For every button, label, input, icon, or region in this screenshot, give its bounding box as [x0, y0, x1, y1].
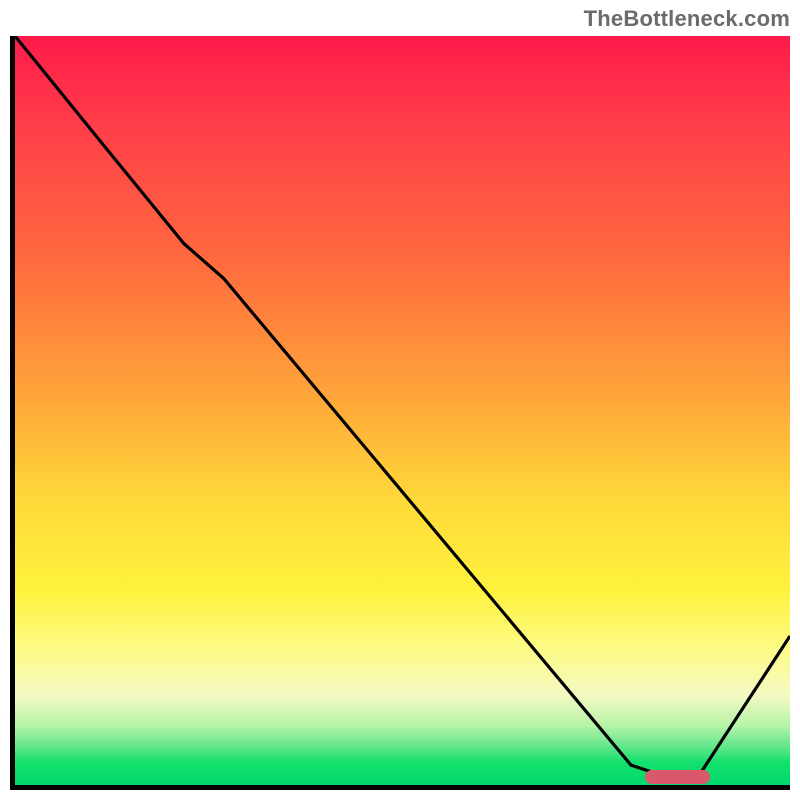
- watermark-text: TheBottleneck.com: [584, 6, 790, 32]
- optimum-marker: [645, 770, 710, 784]
- bottleneck-curve: [15, 36, 790, 785]
- curve-path: [15, 36, 790, 775]
- chart-frame: [10, 36, 790, 790]
